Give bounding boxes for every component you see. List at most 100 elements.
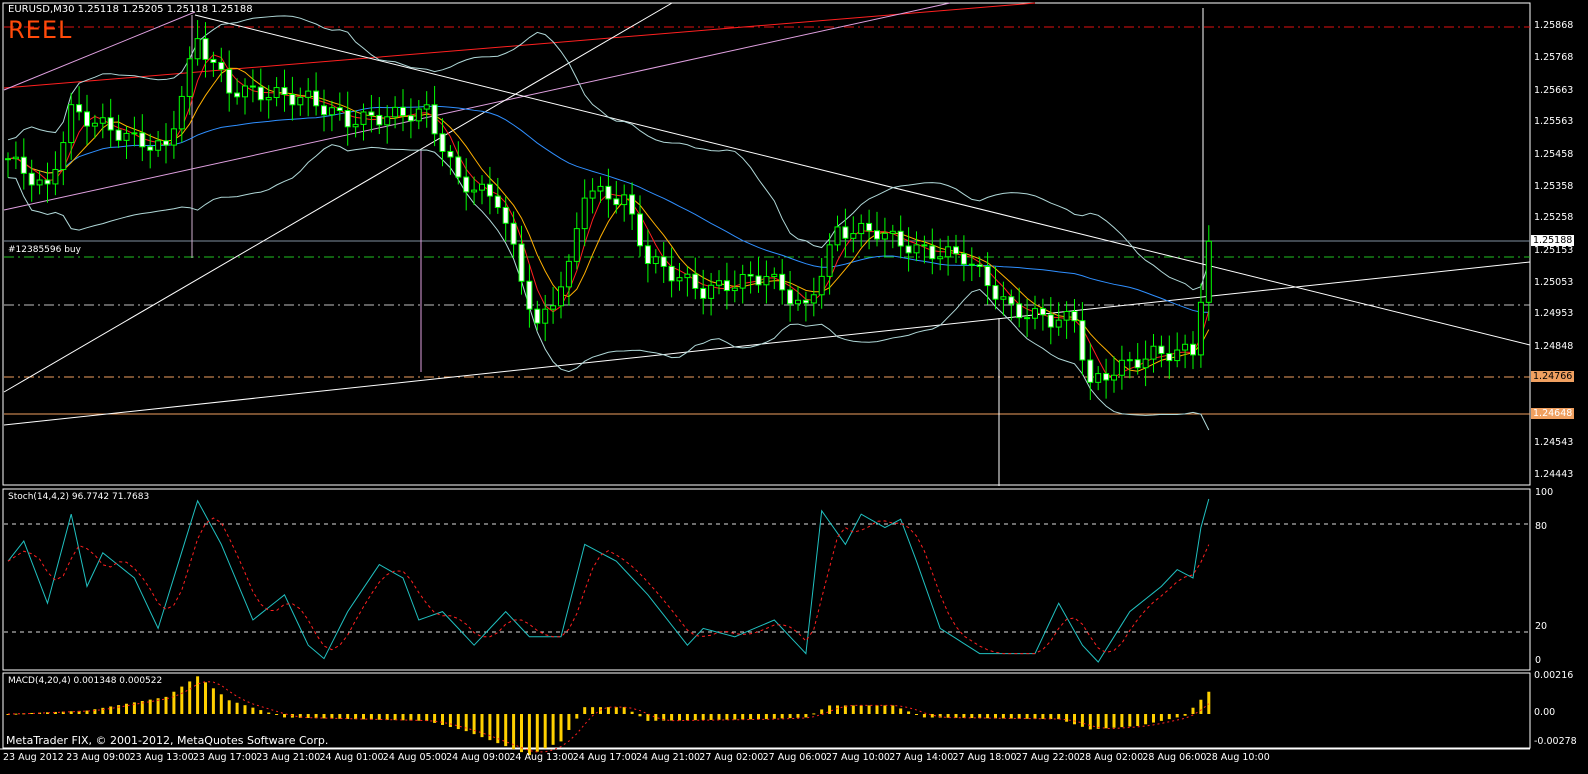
- candle-body: [1016, 303, 1023, 319]
- candle-body: [479, 183, 485, 191]
- macd-bar: [527, 714, 531, 756]
- candle-body: [99, 117, 106, 124]
- time-axis-label: 23 Aug 09:00: [66, 752, 131, 763]
- macd-bar: [788, 714, 792, 719]
- candle-body: [945, 246, 952, 258]
- candle-body: [637, 213, 643, 247]
- macd-bar: [283, 714, 286, 718]
- candle-body: [494, 195, 501, 208]
- macd-bar: [780, 714, 784, 719]
- candle-body: [621, 194, 628, 206]
- candle-body: [123, 132, 130, 141]
- candle-body: [874, 230, 880, 240]
- candle-body: [115, 129, 122, 141]
- candle-body: [463, 176, 470, 193]
- white-falling-trendline: [194, 14, 1531, 346]
- time-axis-label: 27 Aug 22:00: [1015, 752, 1080, 763]
- candle-body: [1174, 349, 1181, 362]
- candle-body: [1087, 359, 1094, 383]
- candle-body: [84, 111, 90, 127]
- macd-bar: [638, 714, 642, 717]
- stoch-axis-label: 20: [1535, 621, 1548, 633]
- macd-bar: [188, 681, 192, 714]
- chart-canvas[interactable]: [0, 0, 1588, 774]
- macd-bar: [1120, 714, 1124, 728]
- candle-body: [755, 275, 762, 286]
- macd-bar: [196, 676, 200, 714]
- macd-bar: [899, 708, 903, 714]
- candle-body: [218, 61, 225, 70]
- macd-bar: [235, 702, 239, 714]
- time-axis-label: 24 Aug 05:00: [382, 752, 447, 763]
- candle-body: [455, 156, 462, 178]
- candle-body: [52, 168, 59, 185]
- candle-body: [723, 280, 730, 292]
- bollinger-upper: [7, 15, 1210, 291]
- candle-body: [202, 38, 209, 60]
- macd-bar: [211, 688, 215, 714]
- price-axis-label: 1.25153: [1534, 245, 1574, 257]
- candle-body: [905, 245, 912, 254]
- candle-body: [771, 273, 778, 278]
- candle-body: [163, 140, 169, 146]
- candle-body: [234, 92, 241, 98]
- time-axis-label: 24 Aug 13:00: [509, 752, 574, 763]
- candle-body: [1190, 343, 1196, 356]
- candle-body: [802, 299, 809, 304]
- candle-body: [629, 194, 636, 215]
- macd-bar: [69, 711, 73, 714]
- macd-bar: [1057, 714, 1061, 720]
- macd-bar: [448, 714, 452, 728]
- macd-bar: [670, 714, 674, 721]
- candle-body: [1000, 296, 1007, 300]
- macd-bar: [93, 709, 97, 714]
- copyright-footer: MetaTrader FIX, © 2001-2012, MetaQuotes …: [6, 734, 329, 747]
- price-axis-label: 1.25868: [1534, 20, 1574, 31]
- price-axis-label: 1.25053: [1534, 276, 1574, 288]
- candle-body: [1182, 343, 1189, 351]
- time-axis-label: 27 Aug 10:00: [825, 752, 890, 763]
- price-axis-label: 1.25663: [1534, 84, 1574, 96]
- macd-bar: [622, 707, 626, 714]
- candle-body: [889, 230, 896, 234]
- candle-body: [447, 150, 454, 158]
- candle-body: [984, 265, 991, 287]
- moving-average-orange: [7, 67, 1210, 372]
- candle-body: [336, 107, 343, 112]
- candle-body: [795, 299, 801, 305]
- macd-axis-label: -0.00278: [1534, 736, 1577, 747]
- time-axis-label: 27 Aug 14:00: [889, 752, 954, 763]
- macd-bar: [685, 714, 689, 721]
- macd-bar: [172, 691, 176, 714]
- candle-body: [502, 206, 509, 224]
- candle-body: [265, 97, 272, 101]
- candle-body: [249, 85, 256, 88]
- macd-bar: [891, 705, 895, 714]
- candle-body: [779, 273, 786, 291]
- macd-bar: [1088, 714, 1092, 730]
- macd-bar: [1159, 714, 1163, 721]
- macd-bar: [883, 705, 887, 714]
- macd-bar: [251, 707, 255, 714]
- candle-body: [1142, 358, 1149, 369]
- candle-body: [471, 189, 478, 193]
- candle-body: [968, 263, 975, 266]
- macd-bar: [1025, 714, 1029, 719]
- candle-body: [708, 284, 715, 299]
- macd-bar: [757, 714, 760, 720]
- candle-body: [273, 87, 280, 99]
- candle-body: [28, 172, 35, 186]
- macd-bar: [456, 714, 460, 730]
- macd-bar: [362, 714, 365, 720]
- time-axis-label: 23 Aug 2012: [3, 752, 64, 763]
- price-axis-label: 1.24953: [1534, 308, 1574, 320]
- macd-bar: [369, 714, 373, 720]
- candle-body: [992, 285, 999, 300]
- candle-body: [1032, 308, 1038, 319]
- macd-bar: [204, 682, 207, 714]
- macd-bar: [401, 714, 405, 721]
- candle-body: [937, 256, 944, 260]
- candle-body: [321, 105, 327, 116]
- macd-bar: [227, 700, 231, 714]
- macd-bar: [1167, 714, 1171, 720]
